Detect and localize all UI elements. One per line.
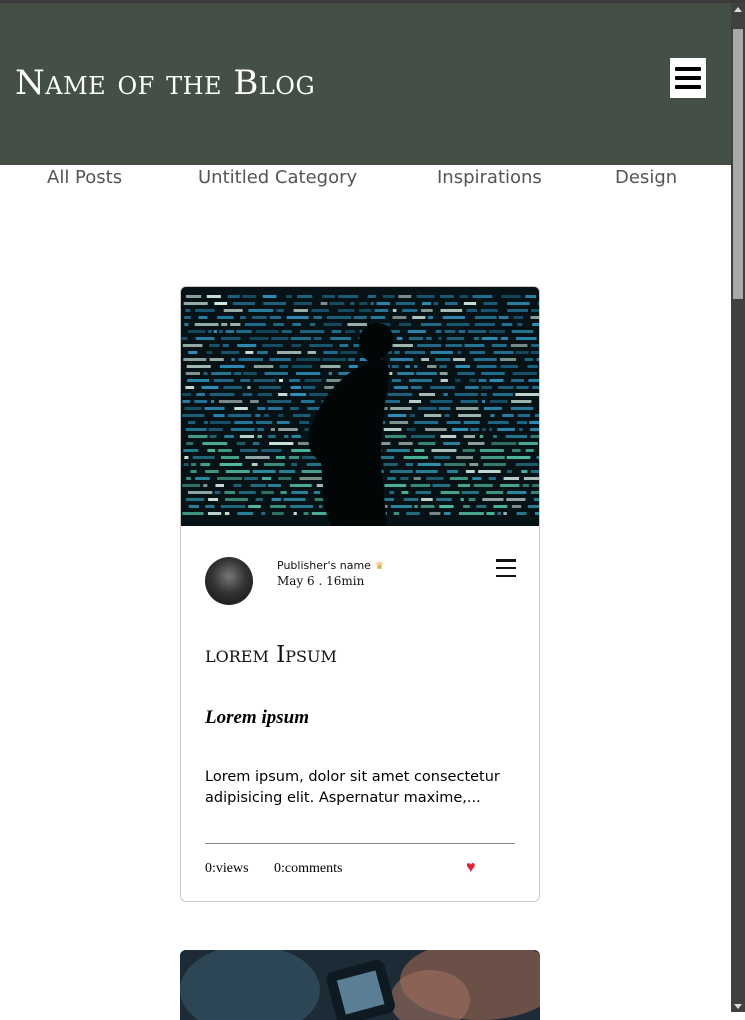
post-cover-image[interactable] — [181, 287, 540, 526]
blog-header: Name of the Blog — [0, 3, 731, 165]
scroll-down-arrow-icon[interactable] — [734, 1004, 742, 1009]
card-divider — [205, 843, 515, 844]
publisher-avatar[interactable] — [205, 557, 253, 605]
vertical-scrollbar[interactable] — [731, 3, 745, 1012]
nav-item-inspirations[interactable]: Inspirations — [437, 167, 542, 188]
post-subtitle: Lorem ipsum — [205, 707, 309, 729]
scroll-up-arrow-icon[interactable] — [734, 7, 742, 12]
category-nav: All Posts Untitled Category Inspirations… — [0, 165, 731, 195]
hamburger-menu-icon[interactable] — [670, 58, 706, 98]
next-cover-artwork — [180, 950, 540, 1020]
publisher-name[interactable]: Publisher's name♛ — [277, 559, 384, 572]
post-excerpt: Lorem ipsum, dolor sit amet consectetur … — [205, 767, 520, 809]
nav-item-design[interactable]: Design — [615, 167, 677, 188]
next-post-card-image[interactable] — [180, 950, 540, 1020]
crown-icon: ♛ — [375, 561, 384, 572]
post-options-menu-icon[interactable] — [496, 559, 516, 577]
nav-item-all-posts[interactable]: All Posts — [47, 167, 122, 188]
nav-item-untitled-category[interactable]: Untitled Category — [198, 167, 357, 188]
post-date-readtime: May 6 . 16min — [277, 574, 364, 588]
heart-icon[interactable]: ♥ — [466, 860, 476, 876]
post-title[interactable]: lorem Ipsum — [205, 642, 337, 668]
cover-artwork — [181, 287, 540, 526]
post-comments-count[interactable]: 0:comments — [274, 861, 342, 877]
post-card[interactable]: Publisher's name♛ May 6 . 16min lorem Ip… — [180, 286, 540, 902]
post-views-count: 0:views — [205, 861, 249, 877]
scrollbar-thumb[interactable] — [733, 29, 743, 299]
blog-title[interactable]: Name of the Blog — [15, 63, 315, 103]
